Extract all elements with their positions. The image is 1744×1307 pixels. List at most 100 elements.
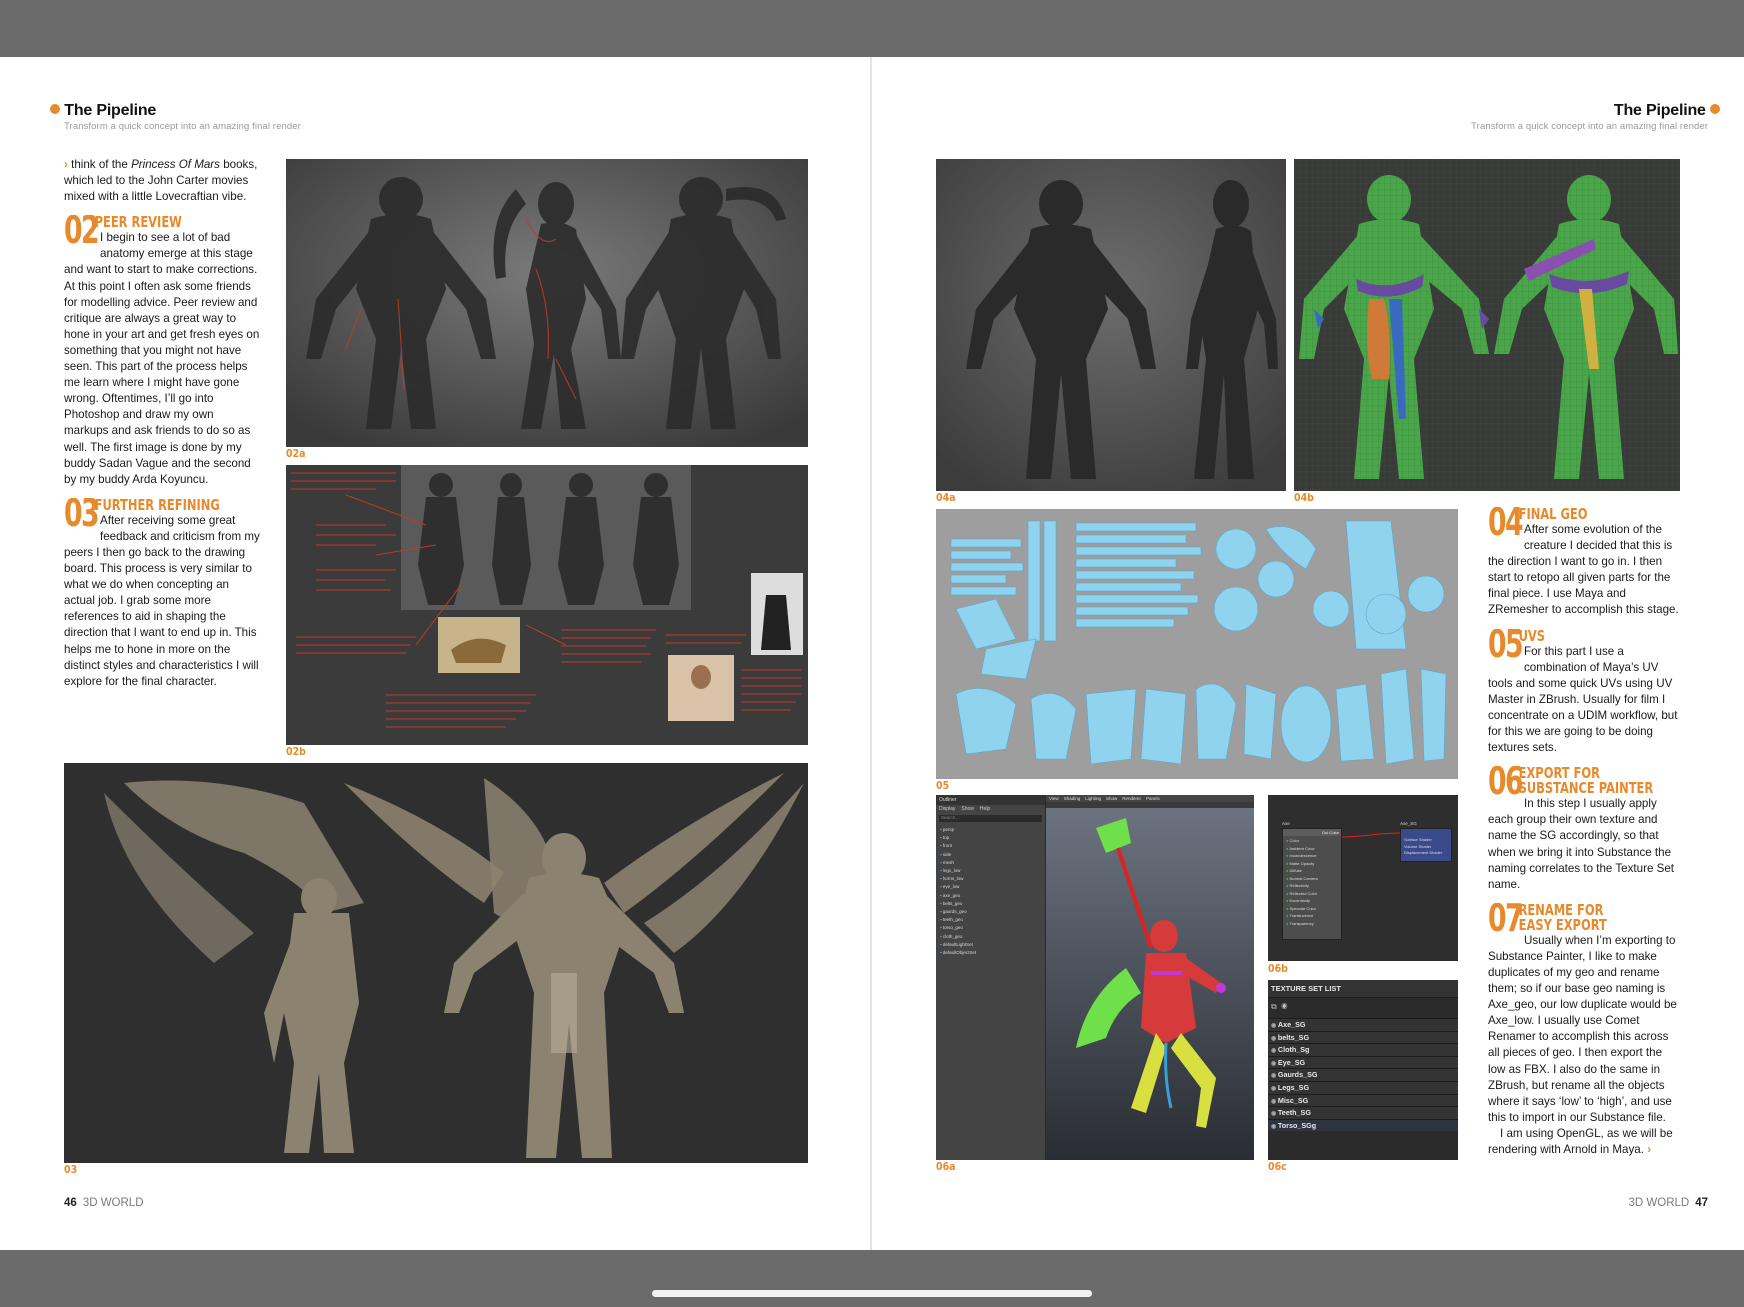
node-attribute[interactable]: ● Transparency: [1286, 920, 1338, 928]
visibility-eye-icon[interactable]: ◉: [1271, 1124, 1278, 1130]
visibility-eye-icon[interactable]: ◉: [1271, 1048, 1278, 1054]
step-text: Usually when I’m exporting to Substance …: [1488, 933, 1677, 1124]
duplicate-icon[interactable]: ⧉: [1271, 1002, 1277, 1011]
node-connection: [1342, 832, 1401, 838]
image-04a-final-geo-sculpt: [936, 159, 1286, 491]
step-03: 03 Further refining After receiving some…: [64, 498, 260, 690]
visibility-eye-icon[interactable]: ◉: [1271, 1061, 1278, 1067]
node-attribute[interactable]: ● Translucence: [1286, 912, 1338, 920]
viewport-creature-render: [1046, 808, 1254, 1160]
viewport-menu-show[interactable]: Show: [1106, 796, 1117, 801]
texture-set-list-title: TEXTURE SET LIST: [1268, 980, 1458, 998]
outliner-item[interactable]: ▪ eye_low: [940, 883, 1041, 891]
outliner-title: Outliner: [936, 795, 1045, 805]
maya-viewport[interactable]: View Shading Lighting Show Renderer Pane…: [1046, 795, 1254, 1160]
step-02: 02 Peer review I begin to see a lot of b…: [64, 215, 260, 488]
left-column-text: › think of the Princess Of Mars books, w…: [64, 157, 260, 690]
texture-set-row[interactable]: ◉ Axe_SG: [1268, 1018, 1458, 1031]
node-attribute[interactable]: ● Reflectivity: [1286, 882, 1338, 890]
outliner-search-input[interactable]: Search...: [939, 815, 1042, 822]
texture-set-row[interactable]: ◉ Misc_SG: [1268, 1093, 1458, 1107]
outliner-item[interactable]: ▪ teeth_geo: [940, 916, 1041, 924]
viewport-menu-lighting[interactable]: Lighting: [1085, 796, 1101, 801]
step-title-line2: easy export: [1518, 915, 1607, 934]
node-axe-sg[interactable]: Surface Shader Volume Shader Displacement …: [1400, 828, 1452, 862]
texture-set-row[interactable]: ◉ Gaurds_SG: [1268, 1068, 1458, 1081]
outliner-item[interactable]: ▪ mesh: [940, 859, 1041, 867]
outliner-item[interactable]: ▪ torso_geo: [940, 924, 1041, 932]
node-attribute[interactable]: ● Diffuse: [1286, 867, 1338, 875]
step-text: After receiving some great feedback and …: [64, 513, 260, 688]
node-attribute[interactable]: ● Ambient Color: [1286, 845, 1338, 853]
texture-set-row[interactable]: ◉ belts_SG: [1268, 1030, 1458, 1044]
visibility-eye-icon[interactable]: ◉: [1271, 1036, 1278, 1042]
image-06c-texture-set-list: TEXTURE SET LIST ⧉ ◉ ◉ Axe_SG ◉ belts_SG ◉…: [1268, 980, 1458, 1160]
node-attribute[interactable]: ● Normal Camera: [1286, 875, 1338, 883]
page-folio-right: 3D WORLD 47: [1628, 1197, 1709, 1209]
visibility-eye-icon[interactable]: ◉: [1271, 1111, 1278, 1117]
step-07: 07 Rename for easy export Usually when I…: [1488, 903, 1680, 1158]
texture-set-toolbar: ⧉ ◉: [1268, 998, 1458, 1018]
node-attribute[interactable]: ● Matte Opacity: [1286, 860, 1338, 868]
reader-top-bar: [0, 0, 1744, 57]
outliner-item[interactable]: ▪ top: [940, 834, 1041, 842]
outliner-item[interactable]: ▪ cloth_geo: [940, 933, 1041, 941]
texture-set-row[interactable]: ◉ Teeth_SG: [1268, 1106, 1458, 1119]
outliner-item[interactable]: ▪ gaurds_geo: [940, 908, 1041, 916]
left-page: The Pipeline Transform a quick concept i…: [0, 57, 870, 1250]
step-text: In this step I usually apply each group …: [1488, 797, 1675, 891]
visibility-eye-icon[interactable]: ◉: [1271, 1099, 1278, 1105]
visibility-eye-icon[interactable]: ◉: [1271, 1073, 1278, 1079]
caption-06c: 06c: [1268, 1161, 1287, 1173]
caption-04b: 04b: [1294, 492, 1314, 504]
node-attribute[interactable]: ● Specular Color: [1286, 905, 1338, 913]
outliner-item[interactable]: ▪ defaultLightSet: [940, 941, 1041, 949]
continue-arrow-icon: ›: [1647, 1143, 1652, 1156]
visibility-eye-icon[interactable]: ◉: [1271, 1023, 1278, 1029]
texture-set-items: ◉ Axe_SG ◉ belts_SG ◉ Cloth_Sg ◉ Eye_SG ◉ Ga…: [1268, 1018, 1458, 1132]
outliner-item[interactable]: ▪ axe_geo: [940, 892, 1041, 900]
node-attribute[interactable]: ● Color: [1286, 837, 1338, 845]
page-folio-left: 46 3D WORLD: [64, 1197, 144, 1209]
outliner-item[interactable]: ▪ defaultObjectSet: [940, 949, 1041, 957]
section-header-right: The Pipeline: [1614, 102, 1720, 120]
texture-set-row[interactable]: ◉ Cloth_Sg: [1268, 1043, 1458, 1056]
texture-set-row[interactable]: ◉ Legs_SG: [1268, 1080, 1458, 1094]
orange-dot-icon: [1710, 104, 1720, 114]
texture-set-row[interactable]: ◉ Eye_SG: [1268, 1055, 1458, 1069]
outliner-menu-display[interactable]: Display: [939, 806, 955, 812]
section-subtitle-right: Transform a quick concept into an amazin…: [1471, 121, 1708, 132]
node-axe[interactable]: Out Color ● Color ● Ambient Color ● Incand…: [1282, 828, 1342, 940]
viewport-menu-view[interactable]: View: [1049, 796, 1059, 801]
viewport-menu-panels[interactable]: Panels: [1146, 796, 1160, 801]
viewport-menu-shading[interactable]: Shading: [1064, 796, 1081, 801]
outliner-menu-help[interactable]: Help: [980, 806, 990, 812]
node-attribute[interactable]: ● Incandescence: [1286, 852, 1338, 860]
eye-icon[interactable]: ◉: [1281, 1002, 1287, 1011]
section-header-left: The Pipeline: [50, 102, 156, 120]
node-attribute[interactable]: ● Reflected Color: [1286, 890, 1338, 898]
node-axe-out: Out Color: [1283, 829, 1341, 836]
step-title: Peer review: [94, 215, 182, 232]
outliner-item[interactable]: ▪ legs_low: [940, 867, 1041, 875]
node-axesg-attrs: Surface Shader Volume Shader Displacement …: [1401, 829, 1451, 857]
image-03-winged-creature-sculpt: [64, 763, 808, 1163]
maya-outliner-panel: Outliner Display Show Help Search... ▪ p…: [936, 795, 1046, 1160]
section-subtitle-left: Transform a quick concept into an amazin…: [64, 121, 301, 132]
outliner-item[interactable]: ▪ side: [940, 851, 1041, 859]
node-attribute[interactable]: Displacement Shader: [1404, 850, 1448, 857]
node-attribute[interactable]: ● Eccentricity: [1286, 897, 1338, 905]
visibility-eye-icon[interactable]: ◉: [1271, 1086, 1278, 1092]
outliner-item[interactable]: ▪ horns_low: [940, 875, 1041, 883]
outliner-menu-show[interactable]: Show: [961, 806, 974, 812]
caption-06a: 06a: [936, 1161, 956, 1173]
outliner-item[interactable]: ▪ front: [940, 842, 1041, 850]
viewport-menu-renderer[interactable]: Renderer: [1122, 796, 1141, 801]
right-column-text: 04 Final geo After some evolution of the…: [1488, 507, 1680, 1158]
outliner-item[interactable]: ▪ persp: [940, 826, 1041, 834]
caption-04a: 04a: [936, 492, 956, 504]
caption-03: 03: [64, 1164, 78, 1176]
texture-set-row[interactable]: ◉ Torso_SGg: [1268, 1118, 1458, 1132]
outliner-item[interactable]: ▪ belts_geo: [940, 900, 1041, 908]
home-indicator[interactable]: [652, 1290, 1092, 1297]
